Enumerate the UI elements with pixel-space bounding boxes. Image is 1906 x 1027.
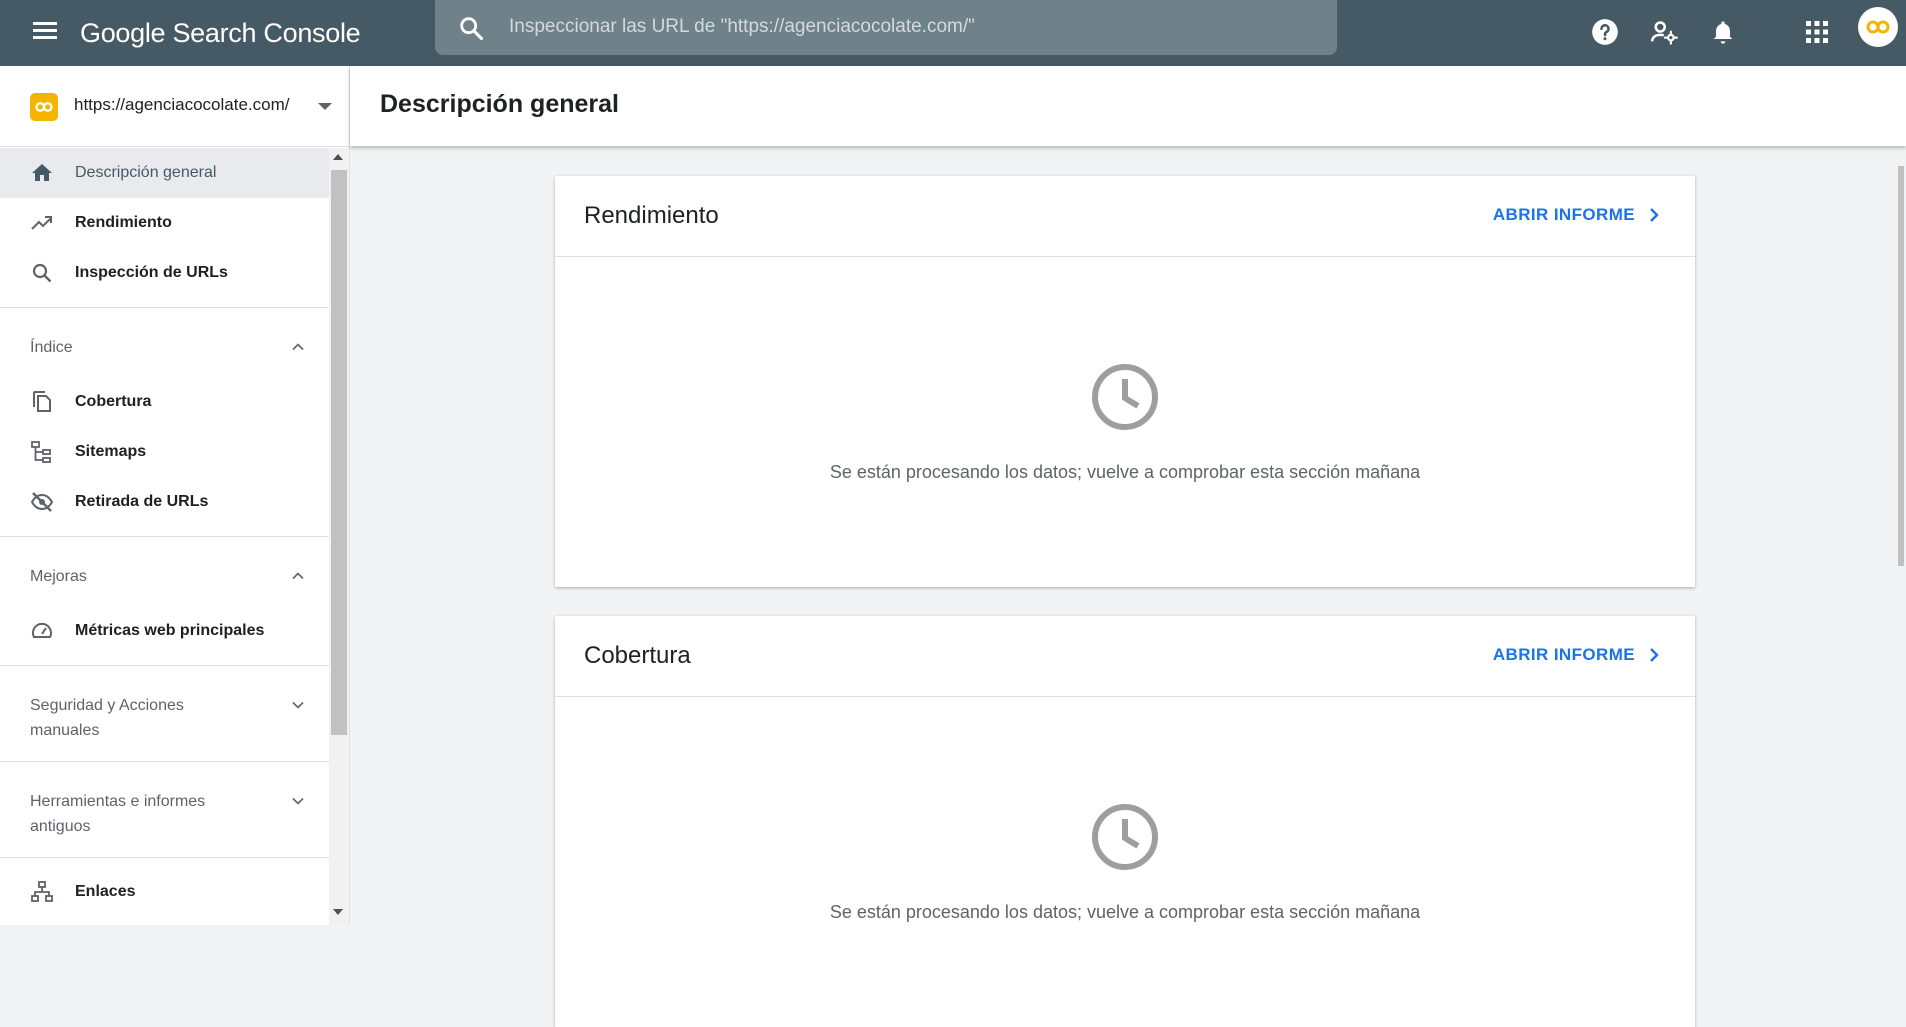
dropdown-arrow-icon (318, 103, 332, 110)
chevron-down-icon (292, 797, 304, 805)
search-input[interactable] (507, 0, 1311, 54)
property-url: https://agenciacocolate.com/ (74, 95, 290, 114)
cocolate-logo-icon (1866, 20, 1890, 34)
divider (0, 307, 329, 308)
card-title: Rendimiento (584, 202, 719, 229)
sitemap-icon (31, 441, 51, 463)
sidebar-item-label: Enlaces (75, 883, 136, 900)
visibility-off-icon (30, 492, 54, 512)
sidebar-item-coverage[interactable]: Cobertura (0, 377, 329, 427)
processing-message: Se están procesando los datos; vuelve a … (829, 462, 1421, 482)
sidebar-item-label: Inspección de URLs (75, 264, 228, 281)
section-label: Mejoras (30, 568, 87, 585)
home-icon (32, 164, 52, 181)
section-header-enhancements[interactable]: Mejoras (0, 546, 329, 606)
sidebar: https://agenciacocolate.com/ Descripción… (0, 66, 350, 925)
scroll-up-arrow-icon[interactable] (333, 154, 343, 160)
url-inspection-search[interactable] (435, 0, 1337, 55)
processing-message: Se están procesando los datos; vuelve a … (829, 902, 1421, 922)
notifications-icon[interactable] (1703, 12, 1743, 52)
chevron-down-icon (292, 701, 304, 709)
search-icon (460, 17, 484, 41)
manage-users-icon[interactable] (1644, 12, 1684, 52)
sidebar-item-overview[interactable]: Descripción general (0, 148, 329, 198)
card-header: Rendimiento ABRIR INFORME (555, 176, 1695, 257)
sidebar-item-label: Métricas web principales (75, 622, 265, 639)
top-app-bar: Google Search Console (0, 0, 1906, 66)
property-selector[interactable]: https://agenciacocolate.com/ (0, 66, 349, 147)
sidebar-item-label: Retirada de URLs (75, 493, 209, 510)
section-label: Herramientas e informes antiguos (30, 793, 206, 835)
chevron-up-icon (292, 572, 304, 580)
search-icon (32, 263, 52, 283)
property-logo (30, 93, 58, 121)
chevron-up-icon (292, 343, 304, 351)
section-header-security[interactable]: Seguridad y Acciones manuales (0, 675, 329, 761)
sidebar-item-label: Cobertura (75, 393, 152, 410)
scrollbar-thumb[interactable] (331, 170, 347, 735)
performance-card: Rendimiento ABRIR INFORME Se están proce… (555, 176, 1695, 587)
app-logo[interactable]: Google Search Console (80, 12, 361, 54)
sidebar-item-removals[interactable]: Retirada de URLs (0, 477, 329, 527)
apps-grid-icon[interactable] (1797, 12, 1837, 52)
trending-up-icon (31, 216, 52, 230)
hamburger-menu-icon[interactable] (28, 18, 62, 48)
sidebar-item-label: Descripción general (75, 164, 217, 181)
sidebar-item-url-inspection[interactable]: Inspección de URLs (0, 248, 329, 298)
coverage-card: Cobertura ABRIR INFORME Se están procesa… (555, 616, 1695, 1027)
speed-gauge-icon (32, 622, 52, 638)
sidebar-item-links[interactable]: Enlaces (0, 867, 329, 917)
card-body: Se están procesando los datos; vuelve a … (555, 697, 1695, 1027)
scroll-down-arrow-icon[interactable] (333, 909, 343, 915)
card-header: Cobertura ABRIR INFORME (555, 616, 1695, 697)
scrollbar-thumb[interactable] (1898, 166, 1904, 566)
section-label: Seguridad y Acciones manuales (30, 697, 184, 739)
open-report-link[interactable]: ABRIR INFORME (1493, 645, 1661, 665)
card-body: Se están procesando los datos; vuelve a … (555, 257, 1695, 587)
open-report-link[interactable]: ABRIR INFORME (1493, 205, 1661, 225)
open-report-label: ABRIR INFORME (1492, 205, 1635, 224)
sidebar-item-label: Sitemaps (75, 443, 147, 460)
sidebar-nav: Descripción general Rendimiento Inspecci… (0, 148, 329, 917)
section-label: Índice (30, 339, 73, 356)
divider (0, 761, 329, 762)
divider (0, 665, 329, 666)
main-scrollbar[interactable] (1896, 150, 1906, 925)
chevron-right-icon (1650, 648, 1659, 662)
card-title: Cobertura (584, 642, 691, 669)
divider (0, 857, 329, 858)
page-header: Descripción general (350, 66, 1906, 146)
sidebar-item-sitemaps[interactable]: Sitemaps (0, 427, 329, 477)
section-header-index[interactable]: Índice (0, 317, 329, 377)
sidebar-item-performance[interactable]: Rendimiento (0, 198, 329, 248)
copy-icon (33, 391, 51, 412)
links-hierarchy-icon (31, 881, 53, 902)
section-header-legacy-tools[interactable]: Herramientas e informes antiguos (0, 771, 329, 857)
open-report-label: ABRIR INFORME (1492, 645, 1635, 664)
clock-icon (1092, 804, 1158, 870)
help-icon[interactable] (1585, 12, 1625, 52)
chevron-right-icon (1650, 208, 1659, 222)
sidebar-item-label: Rendimiento (75, 214, 172, 231)
sidebar-scrollbar[interactable] (329, 148, 349, 925)
divider (0, 536, 329, 537)
clock-icon (1092, 364, 1158, 430)
account-avatar[interactable] (1858, 7, 1898, 47)
sidebar-item-core-web-vitals[interactable]: Métricas web principales (0, 606, 329, 656)
page-title: Descripción general (380, 90, 619, 118)
